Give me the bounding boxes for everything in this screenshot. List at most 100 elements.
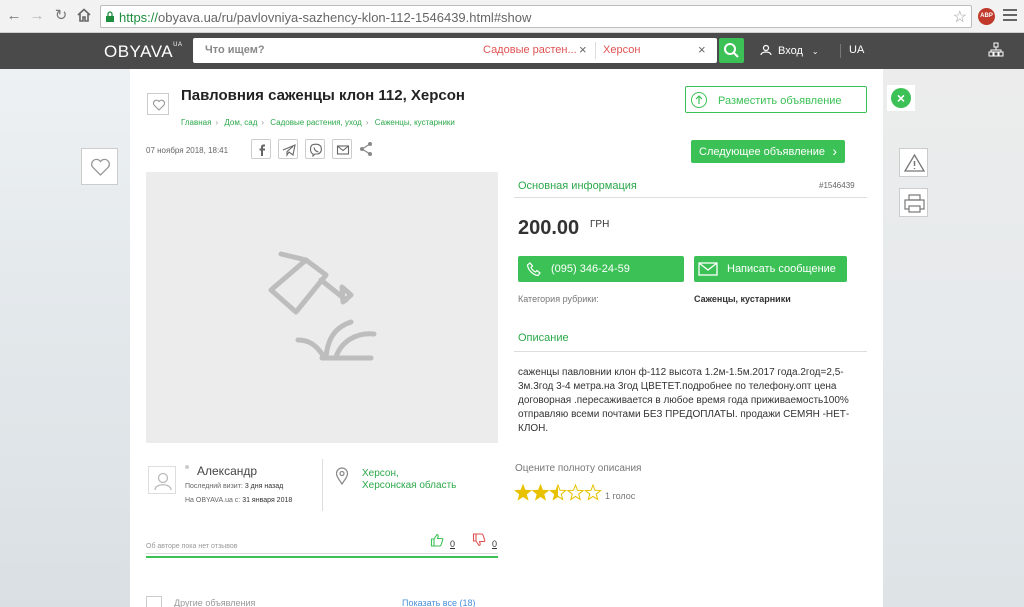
- divider: [595, 42, 596, 59]
- last-visit: Последний визит: 3 дня назад: [185, 483, 284, 490]
- close-button[interactable]: ×: [887, 85, 915, 111]
- avatar: [148, 466, 176, 494]
- lock-icon: [106, 11, 114, 22]
- seller-location[interactable]: Херсон, Херсонская область: [362, 468, 456, 492]
- search-category[interactable]: Садовые растен...: [483, 44, 577, 56]
- search-city[interactable]: Херсон: [603, 44, 640, 56]
- location-pin-icon: [335, 467, 349, 485]
- rating-stars[interactable]: [514, 483, 602, 507]
- category-value: Саженцы, кустарники: [694, 294, 791, 304]
- heart-icon: [152, 99, 166, 111]
- sitemap-icon[interactable]: [988, 42, 1004, 58]
- reviews-status: Об авторе пока нет отзывов: [146, 543, 238, 550]
- browser-toolbar: ← → ↻ https://obyava.ua/ru/pavlovniya-sa…: [0, 0, 1024, 33]
- other-ads-label: Другие объявления: [174, 598, 256, 607]
- search-button[interactable]: [719, 38, 744, 63]
- other-ads-bar: Другие объявления Показать все (18): [146, 592, 498, 607]
- rating-star[interactable]: [549, 483, 567, 501]
- user-icon: [760, 44, 772, 56]
- ad-id: #1546439: [819, 181, 855, 190]
- currency: ГРН: [590, 219, 610, 230]
- user-icon: [154, 472, 172, 491]
- list-icon: [146, 596, 162, 607]
- search-input[interactable]: Что ищем?: [205, 44, 265, 56]
- print-button[interactable]: [899, 188, 928, 217]
- divider: [514, 197, 867, 198]
- language-switch[interactable]: UA: [849, 44, 864, 56]
- breadcrumb-item[interactable]: Дом, сад: [224, 118, 257, 127]
- clear-city-icon[interactable]: ×: [698, 42, 706, 57]
- rating-star[interactable]: [514, 483, 532, 501]
- thumb-down-icon[interactable]: [472, 533, 486, 547]
- ad-photo-placeholder[interactable]: [146, 172, 498, 443]
- member-since: На OBYAVA.ua с: 31 января 2018: [185, 497, 293, 504]
- menu-icon[interactable]: [1003, 9, 1017, 23]
- category-label: Категория рубрики:: [518, 294, 599, 304]
- phone-button[interactable]: (095) 346-24-59: [518, 256, 684, 282]
- online-status-dot: [185, 465, 189, 469]
- close-icon: ×: [891, 88, 911, 108]
- report-button[interactable]: [899, 148, 928, 177]
- votes-count: 1 голос: [605, 491, 636, 501]
- search-bar: Что ищем? Садовые растен... × Херсон ×: [193, 38, 717, 63]
- breadcrumb-item[interactable]: Главная: [181, 118, 211, 127]
- main-info-heading: Основная информация: [518, 180, 637, 192]
- rating-star[interactable]: [566, 483, 585, 501]
- search-icon: [724, 43, 739, 58]
- site-logo[interactable]: OBYAVAUA: [104, 42, 182, 62]
- divider: [840, 44, 841, 58]
- place-ad-button[interactable]: Разместить объявление: [685, 86, 867, 113]
- printer-icon: [904, 194, 925, 213]
- arrow-up-icon: [691, 92, 707, 108]
- watering-can-icon: [268, 251, 377, 361]
- show-all-link[interactable]: Показать все (18): [402, 598, 475, 607]
- favorite-button[interactable]: [81, 148, 118, 185]
- breadcrumb: Главная › Дом, сад › Садовые растения, ухо…: [181, 118, 455, 127]
- next-ad-button[interactable]: Следующее объявление ›: [691, 140, 845, 163]
- forward-icon[interactable]: →: [29, 8, 45, 24]
- breadcrumb-item[interactable]: Садовые растения, уход: [270, 118, 362, 127]
- url-text: https://obyava.ua/ru/pavlovniya-sazhency…: [119, 10, 532, 25]
- star-rating-icon: [514, 483, 602, 501]
- address-bar[interactable]: https://obyava.ua/ru/pavlovniya-sazhency…: [100, 5, 972, 28]
- likes-count[interactable]: 0: [450, 539, 455, 549]
- write-message-button[interactable]: Написать сообщение: [694, 256, 847, 282]
- favorite-small-button[interactable]: [147, 93, 169, 115]
- divider: [322, 459, 323, 511]
- facebook-icon: [259, 144, 265, 156]
- bookmark-star-icon[interactable]: ☆: [953, 7, 967, 27]
- ad-title: Павловния саженцы клон 112, Херсон: [181, 87, 465, 104]
- chevron-down-icon: ⌄: [811, 47, 819, 56]
- divider-accent: [146, 556, 498, 558]
- dislikes-count[interactable]: 0: [492, 539, 497, 549]
- adblock-icon[interactable]: ABP: [978, 8, 995, 25]
- share-facebook[interactable]: [251, 139, 271, 159]
- thumb-up-icon[interactable]: [430, 533, 444, 547]
- seller-name[interactable]: Александр: [197, 464, 257, 478]
- login-button[interactable]: Вход ⌄: [760, 44, 819, 57]
- telegram-icon: [282, 144, 296, 157]
- share-viber[interactable]: [305, 139, 325, 159]
- phone-icon: [526, 262, 541, 277]
- divider: [514, 351, 867, 352]
- heart-icon: [91, 158, 110, 176]
- clear-category-icon[interactable]: ×: [579, 42, 587, 57]
- back-icon[interactable]: ←: [6, 8, 22, 24]
- description-heading: Описание: [518, 332, 569, 344]
- reload-icon[interactable]: ↻: [53, 8, 69, 24]
- ad-date: 07 ноября 2018, 18:41: [146, 146, 229, 155]
- share-email[interactable]: [332, 139, 352, 159]
- site-header: OBYAVAUA Что ищем? Садовые растен... × Х…: [0, 33, 1024, 69]
- breadcrumb-item[interactable]: Саженцы, кустарники: [375, 118, 455, 127]
- share-icon[interactable]: [359, 141, 373, 157]
- warning-icon: [903, 153, 926, 172]
- rating-star[interactable]: [584, 483, 602, 501]
- rating-star[interactable]: [531, 483, 550, 501]
- chevron-right-icon: ›: [832, 143, 837, 159]
- description-text: саженцы павловнии клон ф-112 высота 1.2м…: [518, 367, 850, 434]
- envelope-icon: [698, 262, 718, 276]
- divider: [146, 553, 498, 554]
- share-telegram[interactable]: [278, 139, 298, 159]
- home-icon[interactable]: [76, 8, 92, 24]
- email-icon: [336, 145, 350, 155]
